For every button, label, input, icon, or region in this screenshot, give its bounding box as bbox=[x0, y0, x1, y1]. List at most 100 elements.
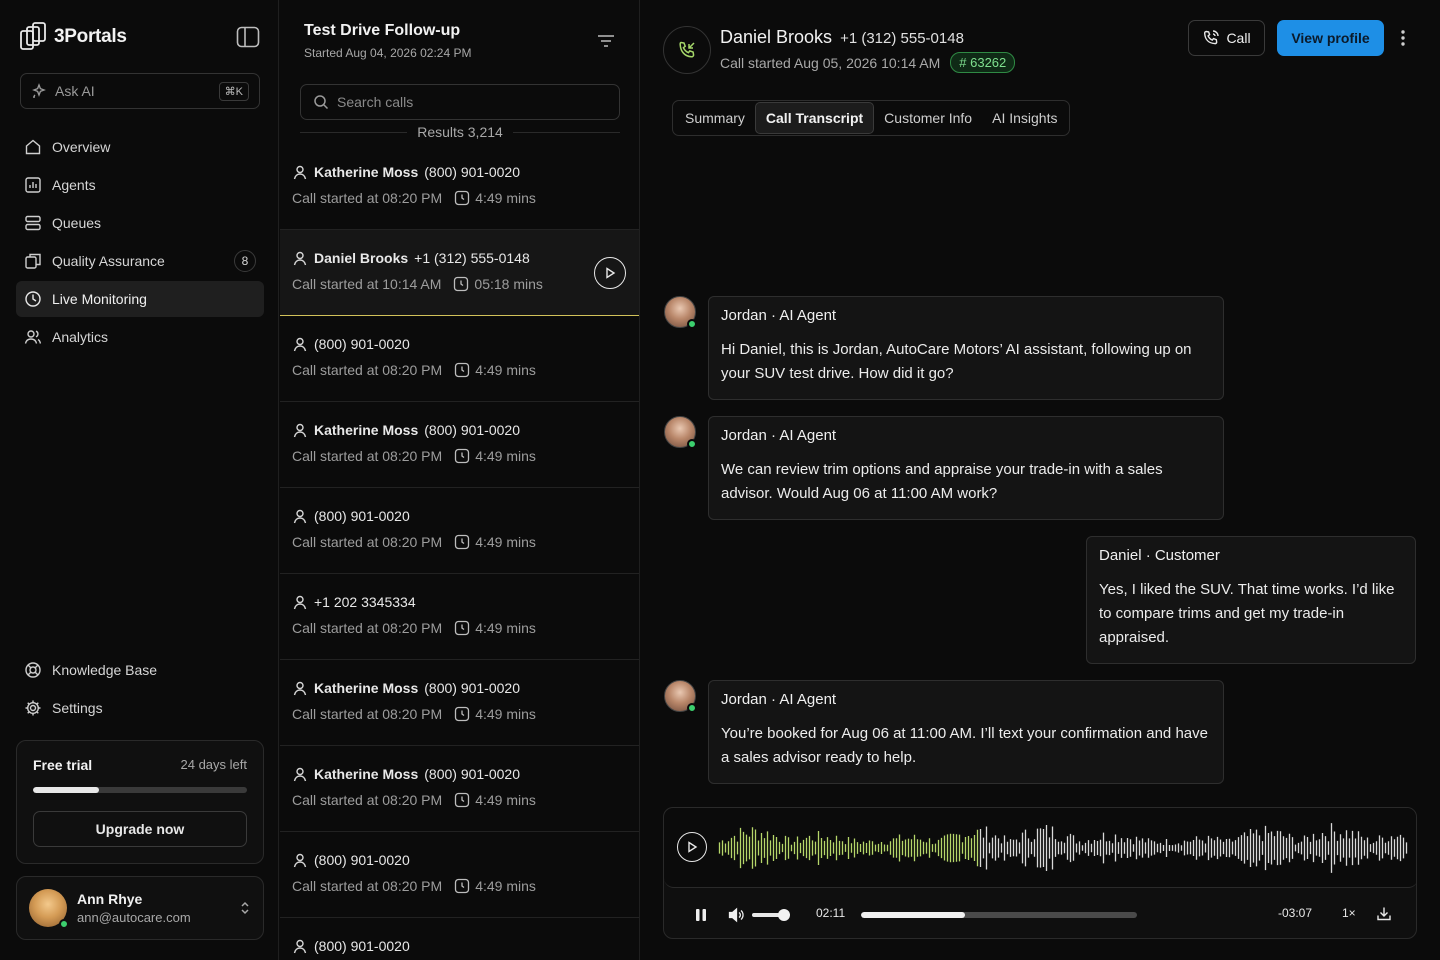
caller-phone: (800) 901-0020 bbox=[424, 766, 520, 782]
nav-item-live-monitoring[interactable]: Live Monitoring bbox=[16, 281, 264, 317]
user-menu[interactable]: Ann Rhye ann@autocare.com bbox=[16, 876, 264, 940]
nav-item-settings[interactable]: Settings bbox=[16, 690, 264, 726]
call-list-item[interactable]: Katherine Moss (800) 901-0020 Call started… bbox=[280, 746, 639, 832]
tab-ai-insights[interactable]: AI Insights bbox=[982, 102, 1067, 134]
play-recording-button[interactable] bbox=[594, 257, 626, 289]
duration-icon bbox=[454, 190, 470, 206]
secondary-nav: Knowledge Base Settings bbox=[16, 652, 264, 728]
nav-item-analytics[interactable]: Analytics bbox=[16, 319, 264, 355]
tab-summary[interactable]: Summary bbox=[675, 102, 755, 134]
search-calls-input[interactable]: Search calls bbox=[300, 84, 620, 120]
online-status-dot bbox=[59, 919, 69, 929]
call-duration: 4:49 mins bbox=[475, 190, 536, 206]
portals-logo-icon bbox=[20, 22, 46, 52]
tab-call-transcript[interactable]: Call Transcript bbox=[754, 102, 875, 134]
caller-phone: (800) 901-0020 bbox=[314, 508, 410, 524]
view-profile-button[interactable]: View profile bbox=[1277, 20, 1384, 56]
trial-progress-bar bbox=[33, 787, 247, 793]
playback-speed[interactable]: 1× bbox=[1342, 906, 1356, 920]
caller-phone: (800) 901-0020 bbox=[314, 938, 410, 954]
message-text: We can review trim options and appraise … bbox=[721, 461, 1163, 502]
waveform[interactable] bbox=[718, 822, 1408, 874]
call-start-time: Call started at 08:20 PM bbox=[292, 620, 443, 636]
player-controls: 02:11 -03:07 1× bbox=[664, 888, 1416, 938]
app-root: 3Portals Ask AI ⌘K Overview Agents Queue bbox=[0, 0, 1440, 960]
call-list-item[interactable]: Katherine Moss (800) 901-0020 Call started… bbox=[280, 144, 639, 230]
call-duration: 4:49 mins bbox=[475, 878, 536, 894]
nav-item-overview[interactable]: Overview bbox=[16, 129, 264, 165]
call-button[interactable]: Call bbox=[1188, 20, 1265, 56]
chart-icon bbox=[24, 176, 42, 194]
call-list-item[interactable]: (800) 901-0020 Call started at 08:20 PM 4:… bbox=[280, 488, 639, 574]
duration-icon bbox=[453, 276, 469, 292]
detail-tabs: Summary Call Transcript Customer Info AI… bbox=[672, 100, 1071, 136]
sparkle-icon bbox=[31, 83, 47, 99]
person-icon bbox=[292, 336, 308, 352]
sidebar-toggle-icon[interactable] bbox=[236, 26, 260, 48]
call-list-item[interactable]: (800) 901-0020 Call started at 08:20 PM 4:… bbox=[280, 832, 639, 918]
call-start-time: Call started at 08:20 PM bbox=[292, 448, 443, 464]
nav-item-queues[interactable]: Queues bbox=[16, 205, 264, 241]
more-options-icon[interactable] bbox=[1399, 28, 1407, 48]
call-duration: 4:49 mins bbox=[475, 448, 536, 464]
ask-ai-button[interactable]: Ask AI ⌘K bbox=[20, 73, 260, 109]
waveform-area[interactable] bbox=[664, 808, 1416, 888]
call-list-item[interactable]: Daniel Brooks +1 (312) 555-0148 Call start… bbox=[280, 230, 639, 316]
transcript-message-customer: Daniel · Customer Yes, I liked the SUV. … bbox=[1086, 536, 1416, 664]
message-text: Hi Daniel, this is Jordan, AutoCare Moto… bbox=[721, 341, 1192, 382]
caller-name: Katherine Moss bbox=[314, 422, 419, 438]
pause-icon[interactable] bbox=[694, 908, 708, 922]
call-list-subtitle: Started Aug 04, 2026 02:24 PM bbox=[304, 46, 472, 60]
nav-item-quality-assurance[interactable]: Quality Assurance 8 bbox=[16, 243, 264, 279]
call-list: Katherine Moss (800) 901-0020 Call started… bbox=[280, 144, 639, 960]
call-started: Call started Aug 05, 2026 10:14 AM bbox=[720, 54, 941, 71]
call-detail-panel: Daniel Brooks +1 (312) 555-0148 Call sta… bbox=[641, 0, 1440, 960]
call-list-item[interactable]: (800) 901-0020 bbox=[280, 918, 639, 960]
call-list-item[interactable]: Katherine Moss (800) 901-0020 Call started… bbox=[280, 402, 639, 488]
upgrade-button[interactable]: Upgrade now bbox=[33, 811, 247, 847]
trial-days-left: 24 days left bbox=[180, 757, 248, 772]
playback-progress-bar[interactable] bbox=[861, 912, 1137, 918]
caller-phone: (800) 901-0020 bbox=[424, 680, 520, 696]
call-duration: 4:49 mins bbox=[475, 706, 536, 722]
message-speaker: Daniel · Customer bbox=[1099, 547, 1220, 564]
call-start-time: Call started at 08:20 PM bbox=[292, 706, 443, 722]
nav-item-knowledge-base[interactable]: Knowledge Base bbox=[16, 652, 264, 688]
volume-icon[interactable] bbox=[728, 907, 746, 923]
play-icon bbox=[686, 841, 698, 853]
call-list-item[interactable]: Katherine Moss (800) 901-0020 Call started… bbox=[280, 660, 639, 746]
filter-icon[interactable] bbox=[596, 32, 616, 50]
message-text: Yes, I liked the SUV. That time works. I… bbox=[1099, 581, 1395, 646]
main-nav: Overview Agents Queues Quality Assurance… bbox=[16, 129, 264, 357]
call-button-label: Call bbox=[1226, 30, 1251, 46]
tab-customer-info[interactable]: Customer Info bbox=[874, 102, 982, 134]
call-duration: 4:49 mins bbox=[475, 534, 536, 550]
duration-icon bbox=[454, 706, 470, 722]
caller-phone: (800) 901-0020 bbox=[424, 422, 520, 438]
contact-phone: +1 (312) 555-0148 bbox=[840, 30, 964, 47]
call-start-time: Call started at 08:20 PM bbox=[292, 362, 443, 378]
qa-count-badge: 8 bbox=[234, 250, 256, 272]
nav-label: Settings bbox=[52, 700, 103, 716]
play-icon bbox=[604, 267, 616, 279]
clock-icon bbox=[24, 290, 42, 308]
caller-name: Daniel Brooks bbox=[314, 250, 409, 266]
play-button[interactable] bbox=[677, 832, 707, 862]
call-list-item[interactable]: +1 202 3345334 Call started at 08:20 PM 4:… bbox=[280, 574, 639, 660]
call-meta: Call started Aug 05, 2026 10:14 AM # 632… bbox=[720, 52, 1016, 73]
online-status-dot bbox=[687, 703, 697, 713]
call-start-time: Call started at 08:20 PM bbox=[292, 792, 443, 808]
contact-header: Daniel Brooks +1 (312) 555-0148 bbox=[720, 27, 964, 48]
download-icon[interactable] bbox=[1375, 905, 1393, 923]
call-start-time: Call started at 08:20 PM bbox=[292, 190, 443, 206]
incoming-call-icon bbox=[663, 26, 711, 74]
message-text: You’re booked for Aug 06 at 11:00 AM. I’… bbox=[721, 725, 1208, 766]
volume-slider-handle[interactable] bbox=[778, 909, 790, 921]
call-list-item[interactable]: (800) 901-0020 Call started at 08:20 PM 4:… bbox=[280, 316, 639, 402]
user-email: ann@autocare.com bbox=[77, 910, 191, 925]
gear-icon bbox=[24, 699, 42, 717]
transcript-message: Jordan · AI Agent We can review trim opt… bbox=[708, 416, 1224, 520]
brand-logo[interactable]: 3Portals bbox=[20, 22, 127, 52]
call-list-panel: Test Drive Follow-up Started Aug 04, 202… bbox=[280, 0, 640, 960]
nav-item-agents[interactable]: Agents bbox=[16, 167, 264, 203]
